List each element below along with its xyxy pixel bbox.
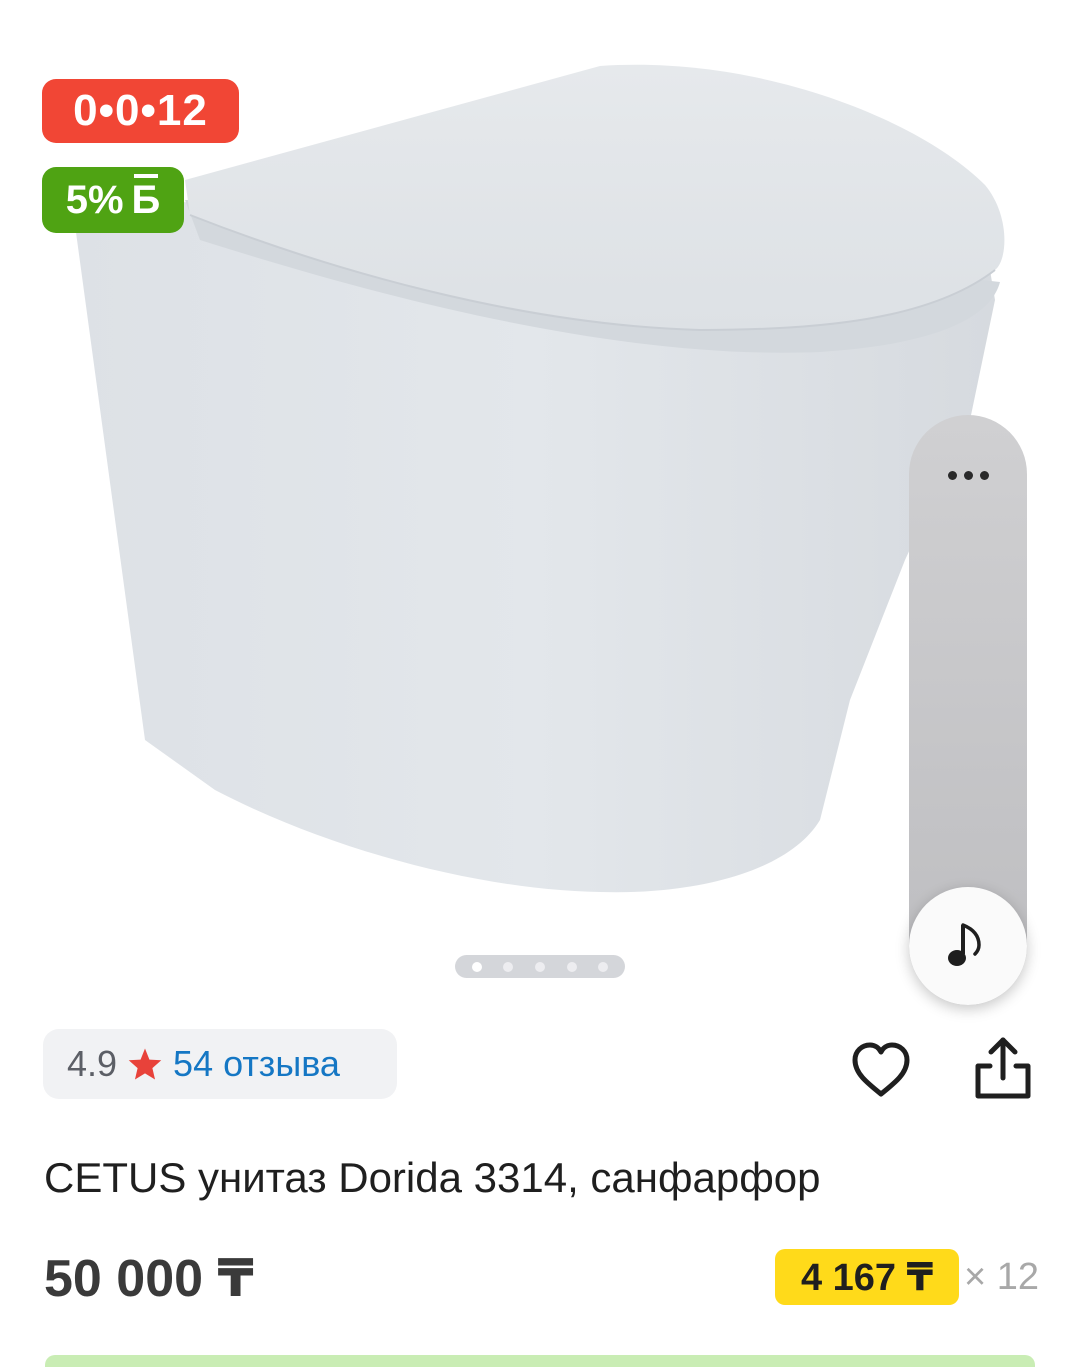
- pager-dot[interactable]: [534, 961, 545, 972]
- pager-dot[interactable]: [566, 961, 577, 972]
- product-price: 50 000 ₸: [44, 1250, 254, 1308]
- pager-dot[interactable]: [503, 961, 514, 972]
- heart-icon: [852, 1042, 910, 1097]
- monthly-payment: 4 167 ₸: [800, 1256, 934, 1299]
- favorite-button[interactable]: [848, 1038, 914, 1104]
- installment-badge-text: 0•0•12: [73, 86, 208, 135]
- product-title: CETUS унитаз Dorida 3314, санфарфор: [44, 1154, 821, 1201]
- music-button[interactable]: [909, 887, 1027, 1005]
- bottom-banner[interactable]: [45, 1355, 1035, 1367]
- bonus-percent: 5%: [65, 177, 124, 222]
- share-button[interactable]: [968, 1034, 1038, 1104]
- product-gallery[interactable]: 0•0•12 5% Б: [0, 0, 1080, 1010]
- star-icon: [128, 1048, 162, 1080]
- pager-dot-active[interactable]: [471, 961, 482, 972]
- side-control-panel[interactable]: [909, 415, 1027, 1005]
- gallery-pager[interactable]: [455, 955, 625, 978]
- reviews-link[interactable]: 54 отзыва: [173, 1043, 340, 1085]
- pager-dot[interactable]: [598, 961, 609, 972]
- bonus-badge: 5% Б: [42, 167, 184, 233]
- installment-months: × 12: [964, 1256, 1040, 1298]
- installment-badge: 0•0•12: [42, 79, 239, 143]
- monthly-payment-badge[interactable]: 4 167 ₸: [775, 1249, 959, 1305]
- bonus-currency-icon: Б: [131, 174, 161, 222]
- rating-value: 4.9: [67, 1043, 118, 1084]
- music-note-icon: [948, 923, 981, 966]
- rating-chip[interactable]: 4.9 54 отзыва: [43, 1029, 397, 1099]
- share-icon: [975, 1037, 1031, 1099]
- more-dots-icon[interactable]: [909, 445, 1027, 505]
